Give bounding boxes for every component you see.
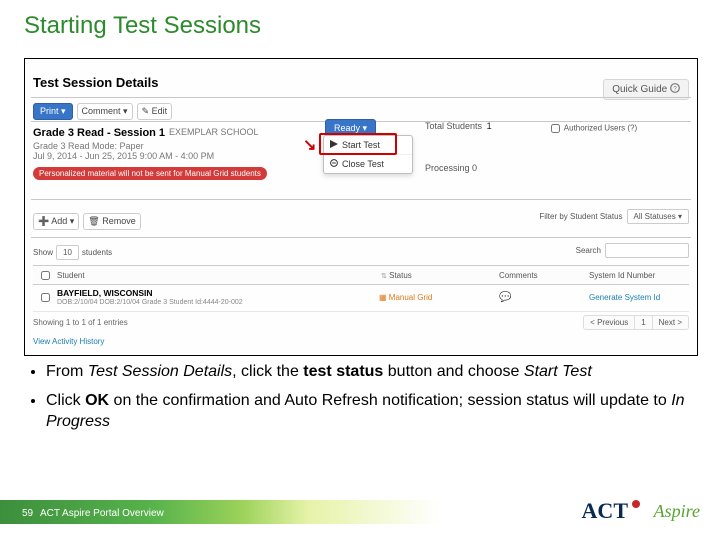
col-student[interactable]: Student — [57, 271, 85, 280]
table-row: BAYFIELD, WISCONSIN DOB:2/10/04 DOB:2/10… — [33, 283, 689, 312]
row-checkbox[interactable] — [41, 293, 50, 302]
status-value: ▦ Manual Grid — [379, 293, 432, 302]
pager-page-1[interactable]: 1 — [634, 316, 651, 329]
bullet-2: Click OK on the confirmation and Auto Re… — [46, 391, 696, 433]
menu-start-label: Start Test — [342, 140, 380, 150]
show-label-2: students — [82, 248, 112, 257]
act-logo: ACT — [582, 498, 628, 524]
total-students-block: Total Students 1 — [425, 121, 492, 131]
grid-icon: ▦ — [379, 293, 387, 302]
slide-number: 59 — [22, 508, 33, 519]
act-red-dot-icon — [632, 500, 640, 508]
sort-icon[interactable]: ⇅ — [381, 273, 387, 280]
col-comments[interactable]: Comments — [499, 271, 538, 280]
pager-next[interactable]: Next > — [652, 316, 688, 329]
authorized-users-checkbox[interactable]: Authorized Users (?) — [547, 121, 637, 136]
print-button[interactable]: Print ▾ — [33, 103, 73, 120]
close-icon — [330, 159, 338, 169]
session-school: EXEMPLAR SCHOOL — [169, 127, 259, 137]
col-sysid[interactable]: System Id Number — [589, 271, 655, 280]
comment-button[interactable]: Comment ▾ — [77, 103, 133, 120]
search-label: Search — [576, 246, 601, 255]
footer-text: ACT Aspire Portal Overview — [40, 508, 164, 519]
remove-label: Remove — [102, 216, 136, 226]
showing-text: Showing 1 to 1 of 1 entries — [33, 318, 128, 327]
auth-users-label: Authorized Users (?) — [564, 124, 637, 133]
session-name: Grade 3 Read - Session 1 — [33, 127, 165, 139]
show-count-dropdown[interactable]: 10 — [56, 245, 79, 260]
filter-dropdown[interactable]: All Statuses ▾ — [627, 209, 689, 224]
panel-header: Test Session Details — [33, 75, 158, 90]
warning-pill: Personalized material will not be sent f… — [33, 167, 267, 180]
menu-close-test[interactable]: Close Test — [324, 155, 412, 173]
add-button[interactable]: ➕ Add ▾ — [33, 213, 79, 230]
student-name[interactable]: BAYFIELD, WISCONSIN — [57, 288, 379, 298]
total-students-value: 1 — [487, 121, 492, 131]
view-history-link[interactable]: View Activity History — [33, 337, 104, 346]
aspire-logo: Aspire — [654, 501, 700, 522]
menu-close-label: Close Test — [342, 159, 384, 169]
slide-title: Starting Test Sessions — [24, 12, 261, 40]
remove-button[interactable]: 🗑 Remove — [83, 213, 140, 230]
total-students-label: Total Students — [425, 121, 482, 131]
search-input[interactable] — [605, 243, 689, 258]
instruction-bullets: From Test Session Details, click the tes… — [24, 362, 696, 440]
trash-icon: 🗑 — [88, 216, 99, 226]
table-header: Student ⇅ Status Comments System Id Numb… — [33, 265, 689, 285]
help-icon: ? — [670, 83, 680, 96]
filter-label: Filter by Student Status — [539, 212, 622, 221]
plus-icon: ➕ — [38, 216, 49, 226]
bullet-1: From Test Session Details, click the tes… — [46, 362, 696, 383]
status-dropdown: Start Test Close Test — [323, 135, 413, 174]
edit-button[interactable]: ✎ Edit — [137, 103, 173, 120]
show-label: Show — [33, 248, 53, 257]
screenshot-panel: Test Session Details Quick Guide ? Print… — [24, 58, 698, 356]
pager: < Previous 1 Next > — [583, 315, 689, 330]
add-label: Add ▾ — [51, 216, 74, 226]
session-mode: Grade 3 Read Mode: Paper Jul 9, 2014 - J… — [33, 141, 214, 161]
processing-label: Processing — [425, 163, 470, 173]
processing-block: Processing 0 — [425, 163, 477, 173]
pager-prev[interactable]: < Previous — [584, 316, 634, 329]
col-status[interactable]: Status — [389, 271, 412, 280]
callout-arrow-icon: ↘ — [303, 135, 316, 155]
menu-start-test[interactable]: Start Test — [324, 136, 412, 155]
generate-sysid-link[interactable]: Generate System Id — [589, 293, 660, 302]
processing-value: 0 — [472, 163, 477, 173]
quick-guide-label: Quick Guide — [612, 84, 667, 95]
auth-users-chk[interactable] — [551, 124, 560, 133]
student-meta: DOB:2/10/04 DOB:2/10/04 Grade 3 Student … — [57, 299, 379, 306]
comment-icon[interactable]: 💬 — [499, 292, 511, 303]
select-all-checkbox[interactable] — [41, 271, 50, 280]
play-icon — [330, 140, 338, 150]
